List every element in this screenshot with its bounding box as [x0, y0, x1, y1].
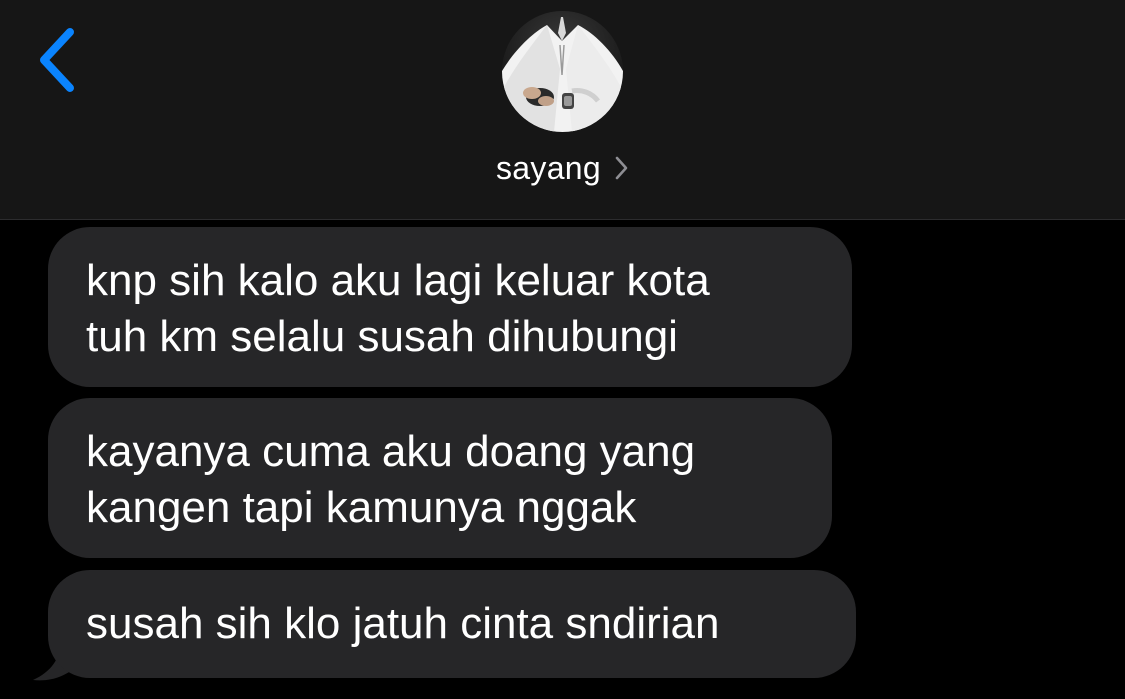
message-text-line: kayanya cuma aku doang yang: [86, 427, 696, 476]
message-text-line: knp sih kalo aku lagi keluar kota: [86, 256, 710, 305]
avatar[interactable]: [502, 11, 623, 132]
message-list[interactable]: knp sih kalo aku lagi keluar kota tuh km…: [0, 220, 1125, 699]
message-text-line: susah sih klo jatuh cinta sndirian: [86, 599, 720, 648]
message-text-line: tuh km selalu susah dihubungi: [86, 312, 678, 361]
conversation-header: sayang: [0, 0, 1125, 220]
incoming-message-bubble[interactable]: susah sih klo jatuh cinta sndirian: [48, 570, 856, 678]
chevron-left-icon: [40, 28, 74, 92]
contact-name-button[interactable]: sayang: [0, 148, 1125, 188]
incoming-message-bubble[interactable]: knp sih kalo aku lagi keluar kota tuh km…: [48, 227, 852, 387]
message-text-line: kangen tapi kamunya nggak: [86, 483, 637, 532]
chevron-right-icon: [615, 156, 628, 180]
contact-name: sayang: [496, 149, 601, 186]
contact-photo: [502, 11, 623, 132]
incoming-message-bubble[interactable]: kayanya cuma aku doang yang kangen tapi …: [48, 398, 832, 558]
back-button[interactable]: [30, 24, 86, 96]
